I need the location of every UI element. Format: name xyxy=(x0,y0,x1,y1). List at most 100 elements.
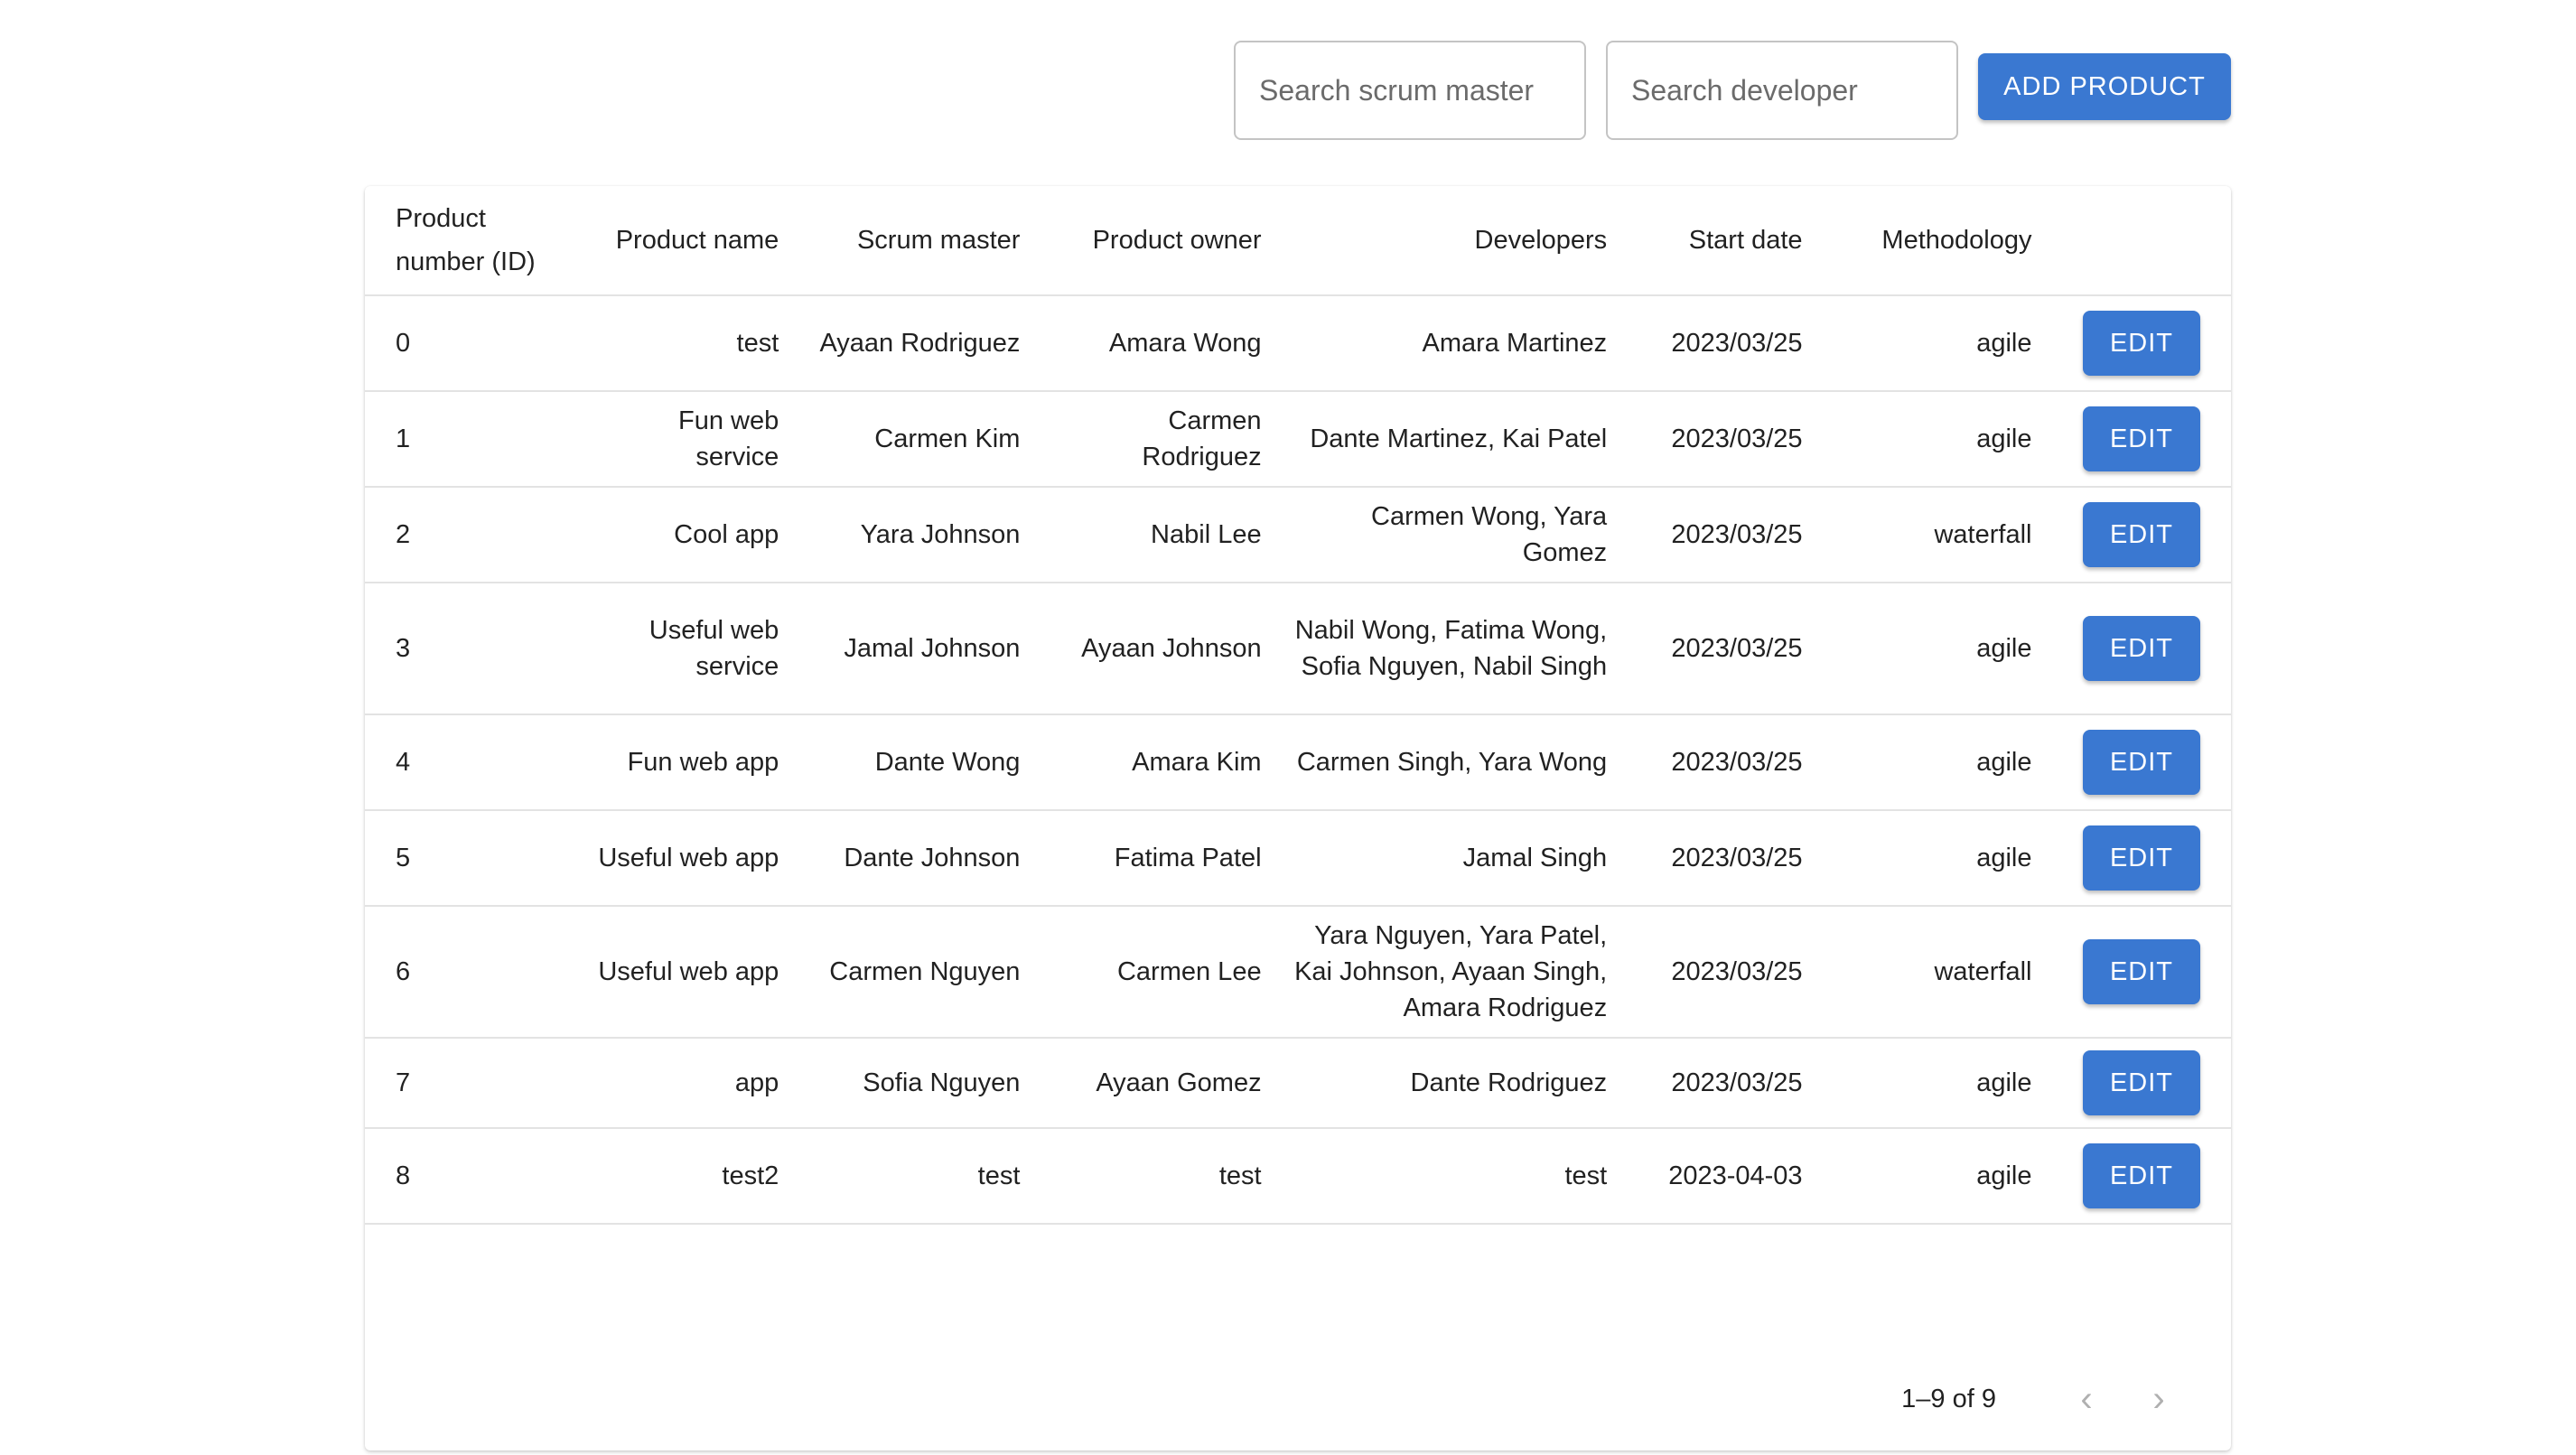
cell-product-name: Useful web app xyxy=(579,810,794,907)
edit-button[interactable]: EDIT xyxy=(2083,1143,2200,1208)
cell-product-owner: Carmen Lee xyxy=(1034,906,1276,1039)
cell-product-owner: Nabil Lee xyxy=(1034,487,1276,583)
cell-scrum-master: Carmen Kim xyxy=(793,391,1035,488)
cell-start-date: 2023/03/25 xyxy=(1621,583,1817,715)
edit-button[interactable]: EDIT xyxy=(2083,311,2200,376)
search-developer-input[interactable] xyxy=(1606,41,1958,140)
cell-scrum-master: Jamal Johnson xyxy=(793,583,1035,715)
cell-methodology: agile xyxy=(1816,810,2047,907)
table-row: 0 test Ayaan Rodriguez Amara Wong Amara Mart… xyxy=(365,295,2231,392)
cell-actions: EDIT xyxy=(2046,295,2231,392)
cell-scrum-master: test xyxy=(793,1128,1035,1225)
cell-product-id: 3 xyxy=(365,583,580,715)
table-row: 8 test2 test test test 2023-04-03 agile EDIT xyxy=(365,1128,2231,1225)
products-table: Product number (ID) Product name Scrum m… xyxy=(365,186,2231,1225)
pagination: 1–9 of 9 ‹ › xyxy=(1901,1379,2195,1420)
header-actions xyxy=(2046,186,2231,296)
cell-scrum-master: Dante Johnson xyxy=(793,810,1035,907)
header-start-date[interactable]: Start date xyxy=(1621,186,1817,296)
add-product-button[interactable]: ADD PRODUCT xyxy=(1978,53,2231,120)
cell-product-name: Cool app xyxy=(579,487,794,583)
cell-start-date: 2023/03/25 xyxy=(1621,810,1817,907)
cell-actions: EDIT xyxy=(2046,1038,2231,1129)
cell-methodology: agile xyxy=(1816,391,2047,488)
cell-actions: EDIT xyxy=(2046,906,2231,1039)
search-scrum-master-input[interactable] xyxy=(1234,41,1586,140)
cell-developers: Nabil Wong, Fatima Wong, Sofia Nguyen, N… xyxy=(1275,583,1622,715)
cell-methodology: agile xyxy=(1816,1128,2047,1225)
cell-actions: EDIT xyxy=(2046,714,2231,811)
header-product-id[interactable]: Product number (ID) xyxy=(365,186,580,296)
header-product-owner[interactable]: Product owner xyxy=(1034,186,1276,296)
cell-scrum-master: Sofia Nguyen xyxy=(793,1038,1035,1129)
table-row: 6 Useful web app Carmen Nguyen Carmen Lee Ya… xyxy=(365,906,2231,1039)
cell-product-owner: Ayaan Gomez xyxy=(1034,1038,1276,1129)
cell-product-owner: Ayaan Johnson xyxy=(1034,583,1276,715)
cell-methodology: agile xyxy=(1816,583,2047,715)
cell-product-name: test xyxy=(579,295,794,392)
table-row: 5 Useful web app Dante Johnson Fatima Patel… xyxy=(365,810,2231,907)
cell-product-owner: Fatima Patel xyxy=(1034,810,1276,907)
chevron-right-icon[interactable]: › xyxy=(2123,1379,2195,1420)
cell-product-id: 1 xyxy=(365,391,580,488)
cell-product-name: Fun web service xyxy=(579,391,794,488)
cell-actions: EDIT xyxy=(2046,391,2231,488)
cell-developers: Dante Martinez, Kai Patel xyxy=(1275,391,1622,488)
table-row: 3 Useful web service Jamal Johnson Ayaan Jo… xyxy=(365,583,2231,715)
cell-product-owner: test xyxy=(1034,1128,1276,1225)
edit-button[interactable]: EDIT xyxy=(2083,939,2200,1004)
cell-scrum-master: Ayaan Rodriguez xyxy=(793,295,1035,392)
table-body: 0 test Ayaan Rodriguez Amara Wong Amara Mart… xyxy=(365,295,2231,1225)
cell-start-date: 2023/03/25 xyxy=(1621,487,1817,583)
cell-methodology: agile xyxy=(1816,714,2047,811)
cell-start-date: 2023/03/25 xyxy=(1621,906,1817,1039)
cell-product-name: Useful web service xyxy=(579,583,794,715)
cell-product-id: 4 xyxy=(365,714,580,811)
table-row: 4 Fun web app Dante Wong Amara Kim Carmen Si… xyxy=(365,714,2231,811)
header-product-name[interactable]: Product name xyxy=(579,186,794,296)
edit-button[interactable]: EDIT xyxy=(2083,616,2200,681)
cell-developers: Yara Nguyen, Yara Patel, Kai Johnson, Ay… xyxy=(1275,906,1622,1039)
header-scrum-master[interactable]: Scrum master xyxy=(793,186,1035,296)
pagination-count: 1–9 of 9 xyxy=(1901,1385,1996,1413)
edit-button[interactable]: EDIT xyxy=(2083,502,2200,567)
cell-start-date: 2023/03/25 xyxy=(1621,714,1817,811)
table-header-row: Product number (ID) Product name Scrum m… xyxy=(365,186,2231,296)
cell-product-id: 8 xyxy=(365,1128,580,1225)
cell-methodology: waterfall xyxy=(1816,487,2047,583)
edit-button[interactable]: EDIT xyxy=(2083,1050,2200,1115)
header-developers[interactable]: Developers xyxy=(1275,186,1622,296)
cell-start-date: 2023/03/25 xyxy=(1621,295,1817,392)
cell-product-name: Fun web app xyxy=(579,714,794,811)
cell-product-owner: Amara Kim xyxy=(1034,714,1276,811)
table-row: 1 Fun web service Carmen Kim Carmen Rodrigu… xyxy=(365,391,2231,488)
chevron-left-icon[interactable]: ‹ xyxy=(2050,1379,2123,1420)
cell-methodology: agile xyxy=(1816,1038,2047,1129)
cell-scrum-master: Carmen Nguyen xyxy=(793,906,1035,1039)
cell-methodology: agile xyxy=(1816,295,2047,392)
cell-product-owner: Carmen Rodriguez xyxy=(1034,391,1276,488)
edit-button[interactable]: EDIT xyxy=(2083,406,2200,471)
cell-developers: Carmen Wong, Yara Gomez xyxy=(1275,487,1622,583)
cell-actions: EDIT xyxy=(2046,810,2231,907)
cell-product-id: 5 xyxy=(365,810,580,907)
cell-developers: Jamal Singh xyxy=(1275,810,1622,907)
cell-product-name: test2 xyxy=(579,1128,794,1225)
cell-developers: Amara Martinez xyxy=(1275,295,1622,392)
cell-developers: test xyxy=(1275,1128,1622,1225)
cell-start-date: 2023-04-03 xyxy=(1621,1128,1817,1225)
toolbar: ADD PRODUCT xyxy=(1234,40,2576,141)
cell-actions: EDIT xyxy=(2046,583,2231,715)
cell-product-owner: Amara Wong xyxy=(1034,295,1276,392)
cell-scrum-master: Dante Wong xyxy=(793,714,1035,811)
table-row: 7 app Sofia Nguyen Ayaan Gomez Dante Rodrigu… xyxy=(365,1038,2231,1129)
edit-button[interactable]: EDIT xyxy=(2083,825,2200,891)
cell-product-id: 2 xyxy=(365,487,580,583)
cell-product-name: app xyxy=(579,1038,794,1129)
cell-actions: EDIT xyxy=(2046,1128,2231,1225)
cell-product-id: 7 xyxy=(365,1038,580,1129)
cell-start-date: 2023/03/25 xyxy=(1621,391,1817,488)
cell-actions: EDIT xyxy=(2046,487,2231,583)
edit-button[interactable]: EDIT xyxy=(2083,730,2200,795)
header-methodology[interactable]: Methodology xyxy=(1816,186,2047,296)
